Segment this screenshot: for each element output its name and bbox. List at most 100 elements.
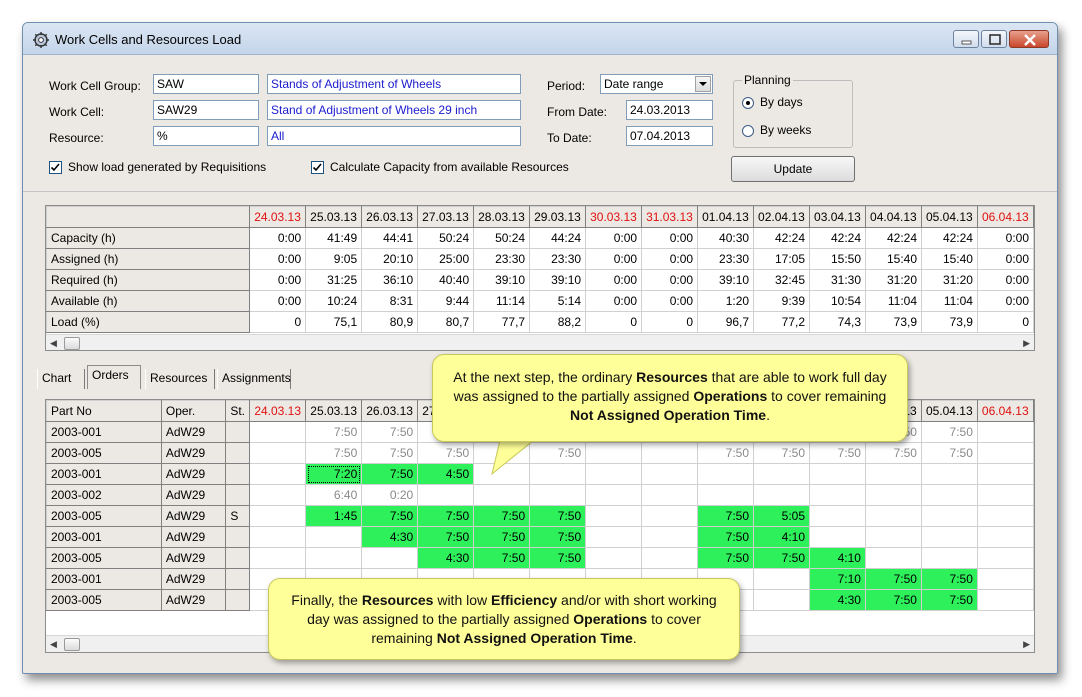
work-cell-group-input[interactable]: SAW — [153, 74, 259, 94]
assignment-cell[interactable]: 6:40 — [305, 484, 363, 506]
status-cell[interactable] — [225, 526, 251, 548]
load-cell[interactable]: 0:00 — [585, 269, 643, 291]
load-cell[interactable]: 0 — [976, 311, 1034, 333]
load-cell[interactable]: 23:30 — [529, 248, 587, 270]
load-cell[interactable]: 31:30 — [809, 269, 867, 291]
load-cell[interactable]: 0:00 — [249, 269, 307, 291]
load-cell[interactable]: 8:31 — [361, 290, 419, 312]
load-cell[interactable]: 20:10 — [361, 248, 419, 270]
load-cell[interactable]: 0:00 — [641, 290, 699, 312]
assignment-cell[interactable]: 7:50 — [920, 421, 978, 443]
date-header[interactable]: 24.03.13 — [249, 400, 307, 422]
assignment-cell[interactable]: 7:50 — [697, 505, 755, 527]
assignment-cell[interactable]: 7:20 — [305, 463, 363, 485]
status-cell[interactable] — [225, 547, 251, 569]
load-cell[interactable]: 1:20 — [697, 290, 755, 312]
load-cell[interactable]: 77,7 — [473, 311, 531, 333]
load-cell[interactable]: 15:40 — [865, 248, 922, 270]
assignment-cell[interactable] — [641, 547, 699, 569]
load-cell[interactable]: 50:24 — [473, 227, 531, 249]
assignment-cell[interactable]: 7:50 — [753, 547, 810, 569]
assignment-cell[interactable] — [249, 547, 307, 569]
load-cell[interactable]: 17:05 — [753, 248, 811, 270]
assignment-cell[interactable]: 7:50 — [697, 526, 755, 548]
load-cell[interactable]: 40:40 — [417, 269, 475, 291]
load-cell[interactable]: 44:24 — [529, 227, 587, 249]
assignment-cell[interactable] — [473, 484, 531, 506]
part-no-cell[interactable]: 2003-001 — [46, 526, 162, 548]
assignment-cell[interactable]: 7:50 — [864, 442, 922, 464]
assignment-cell[interactable] — [697, 484, 755, 506]
operation-cell[interactable]: AdW29 — [160, 463, 227, 485]
assignment-cell[interactable] — [976, 568, 1034, 590]
load-cell[interactable]: 75,1 — [305, 311, 363, 333]
assignment-cell[interactable] — [809, 463, 866, 485]
assignment-cell[interactable]: 7:50 — [305, 421, 363, 443]
assignment-cell[interactable]: 7:50 — [361, 505, 419, 527]
assignment-cell[interactable] — [753, 589, 810, 611]
assignment-cell[interactable] — [585, 526, 643, 548]
assignment-cell[interactable] — [641, 484, 699, 506]
load-cell[interactable]: 31:25 — [305, 269, 363, 291]
assignment-cell[interactable]: 4:10 — [809, 547, 866, 569]
load-cell[interactable]: 0:00 — [641, 248, 699, 270]
load-cell[interactable]: 0:00 — [641, 227, 699, 249]
operation-cell[interactable]: AdW29 — [160, 589, 227, 611]
assignment-cell[interactable] — [976, 589, 1034, 611]
assignment-cell[interactable]: 7:10 — [809, 568, 866, 590]
load-cell[interactable]: 0 — [249, 311, 307, 333]
load-cell[interactable]: 9:39 — [753, 290, 811, 312]
assignment-cell[interactable]: 0:20 — [361, 484, 419, 506]
assignment-cell[interactable] — [864, 547, 922, 569]
date-header[interactable]: 06.04.13 — [976, 400, 1034, 422]
assignment-cell[interactable]: 7:50 — [417, 442, 475, 464]
assignment-cell[interactable] — [976, 442, 1034, 464]
assignment-cell[interactable] — [641, 442, 699, 464]
from-date-input[interactable]: 24.03.2013 — [626, 100, 713, 120]
update-button[interactable]: Update — [731, 156, 855, 182]
load-cell[interactable]: 15:40 — [921, 248, 978, 270]
load-cell[interactable]: 88,2 — [529, 311, 587, 333]
assignment-cell[interactable] — [809, 484, 866, 506]
assignment-cell[interactable]: 7:50 — [809, 442, 866, 464]
assignment-cell[interactable]: 7:50 — [697, 547, 755, 569]
assignment-cell[interactable] — [361, 547, 419, 569]
assignment-cell[interactable]: 7:50 — [473, 547, 531, 569]
assignment-cell[interactable]: 7:50 — [361, 442, 419, 464]
load-cell[interactable]: 0 — [641, 311, 699, 333]
assignment-cell[interactable]: 7:50 — [920, 442, 978, 464]
assignment-cell[interactable]: 7:50 — [361, 421, 419, 443]
load-cell[interactable]: 50:24 — [417, 227, 475, 249]
load-cell[interactable]: 31:20 — [865, 269, 922, 291]
table-row[interactable]: 2003-002 AdW29 6:40 0:20 — [46, 484, 1034, 506]
assignment-cell[interactable]: 7:50 — [864, 568, 922, 590]
assignment-cell[interactable] — [585, 463, 643, 485]
assignment-cell[interactable]: 4:50 — [417, 463, 475, 485]
load-cell[interactable]: 11:04 — [865, 290, 922, 312]
column-header[interactable]: Oper. — [160, 400, 227, 422]
assignment-cell[interactable] — [641, 526, 699, 548]
load-cell[interactable]: 42:24 — [809, 227, 867, 249]
scroll-thumb[interactable] — [64, 337, 80, 350]
load-cell[interactable]: 42:24 — [921, 227, 978, 249]
assignment-cell[interactable]: 4:30 — [361, 526, 419, 548]
assignment-cell[interactable] — [585, 442, 643, 464]
assignment-cell[interactable] — [920, 547, 978, 569]
scroll-left-icon[interactable]: ◀ — [50, 338, 57, 349]
table-row[interactable]: 2003-001 AdW29 4:30 7:50 7:50 7:50 7:50 4:10 — [46, 526, 1034, 548]
date-header[interactable]: 25.03.13 — [305, 400, 363, 422]
load-cell[interactable]: 39:10 — [697, 269, 755, 291]
load-cell[interactable]: 11:04 — [921, 290, 978, 312]
maximize-button[interactable] — [981, 30, 1007, 48]
by-days-radio[interactable] — [742, 97, 754, 109]
assignment-cell[interactable]: 7:50 — [529, 526, 587, 548]
assignment-cell[interactable]: 7:50 — [417, 526, 475, 548]
date-header[interactable]: 05.04.13 — [920, 400, 978, 422]
load-cell[interactable]: 0:00 — [976, 248, 1034, 270]
assignment-cell[interactable] — [976, 505, 1034, 527]
resource-input[interactable]: % — [153, 126, 259, 146]
load-cell[interactable]: 41:49 — [305, 227, 363, 249]
load-cell[interactable]: 5:14 — [529, 290, 587, 312]
tab-chart[interactable]: Chart — [37, 369, 85, 389]
assignment-cell[interactable]: 7:50 — [305, 442, 363, 464]
